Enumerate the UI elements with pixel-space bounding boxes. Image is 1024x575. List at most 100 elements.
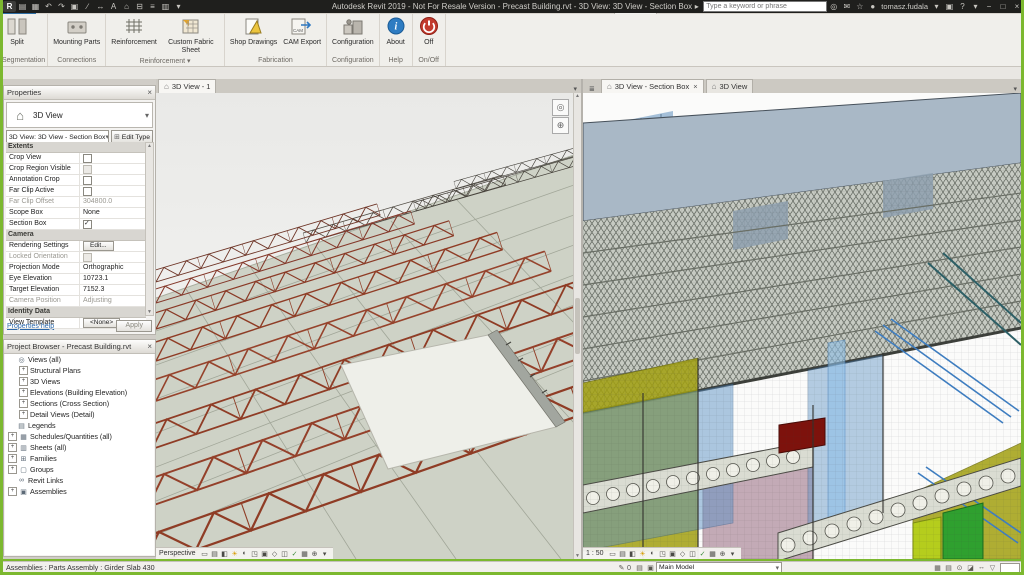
rendering-settings-edit-button[interactable]: Edit... — [83, 241, 114, 251]
worksets-icon[interactable]: ▤ — [634, 564, 645, 572]
left-view-tab[interactable]: ⌂ 3D View - 1 — [158, 79, 216, 93]
scale-label[interactable]: 1 : 50 — [586, 550, 604, 557]
tree-item-sections[interactable]: +Sections (Cross Section) — [5, 398, 154, 409]
sun-path-icon[interactable]: ☀ — [230, 549, 240, 558]
customize-qat-icon[interactable]: ▾ — [172, 1, 185, 12]
right-view-tab-section-box[interactable]: ⌂ 3D View - Section Box × — [601, 79, 704, 93]
temporary-hide-isolate-icon[interactable]: ◇ — [678, 549, 688, 558]
redo-icon[interactable]: ↷ — [55, 1, 68, 12]
aligned-dimension-icon[interactable]: ↔ — [94, 1, 107, 12]
user-interface-icon[interactable]: ▥ — [159, 1, 172, 12]
editing-requests-icon[interactable]: ✎ — [616, 564, 627, 572]
property-row-rendering-settings[interactable]: Rendering SettingsEdit... — [6, 241, 146, 252]
reinforcement-group-label[interactable]: Reinforcement ▾ — [108, 56, 222, 67]
properties-help-link[interactable]: Properties help — [7, 323, 54, 330]
viewport-splitter[interactable] — [581, 79, 583, 559]
tree-item-elevations[interactable]: +Elevations (Building Elevation) — [5, 387, 154, 398]
temporary-hide-isolate-icon[interactable]: ◇ — [270, 549, 280, 558]
crop-region-icon[interactable]: ▣ — [260, 549, 270, 558]
property-group-extents[interactable]: Extents — [6, 142, 146, 153]
scale-icon[interactable]: ▭ — [608, 549, 618, 558]
scope-box-value[interactable]: None — [83, 208, 100, 218]
left-3d-canvas[interactable]: ◎ ⊕ ▲▼ Perspective ▭ ▤ ◧ ☀ ◐ ◳ ▣ ◇ ◫ ✓ ▦… — [156, 93, 581, 559]
off-button[interactable]: Off — [415, 15, 443, 48]
configuration-button[interactable]: Configuration — [329, 15, 377, 48]
communication-center-icon[interactable]: ✉ — [840, 1, 853, 12]
tree-item-structural-plans[interactable]: +Structural Plans — [5, 365, 154, 376]
restore-button[interactable]: □ — [996, 1, 1010, 12]
infocenter-collapse-icon[interactable]: ▸ — [690, 1, 703, 12]
revit-logo-icon[interactable]: R — [3, 1, 16, 12]
cam-export-button[interactable]: CAM CAM Export — [280, 15, 324, 48]
split-button[interactable]: Split — [2, 15, 32, 48]
detail-level-icon[interactable]: ▤ — [210, 549, 220, 558]
expand-icon[interactable]: + — [8, 443, 17, 452]
property-row-target-elevation[interactable]: Target Elevation7152.3 — [6, 285, 146, 296]
help-icon[interactable]: ? — [956, 1, 969, 12]
thin-lines-icon[interactable]: ≡ — [146, 1, 159, 12]
apply-button[interactable]: Apply — [116, 320, 152, 332]
help-menu-caret-icon[interactable]: ▾ — [969, 1, 982, 12]
sun-path-icon[interactable]: ☀ — [638, 549, 648, 558]
type-selector[interactable]: ⌂ 3D View ▾ — [6, 102, 153, 128]
about-button[interactable]: i About — [382, 15, 410, 48]
view-bar-more-icon[interactable]: ▾ — [320, 549, 330, 558]
select-underlay-icon[interactable]: ▤ — [943, 564, 954, 572]
user-menu-caret-icon[interactable]: ▾ — [930, 1, 943, 12]
project-browser-close-icon[interactable]: × — [147, 342, 152, 351]
shadows-icon[interactable]: ◐ — [240, 549, 250, 558]
section-box-checkbox[interactable] — [83, 220, 92, 229]
shop-drawings-button[interactable]: Shop Drawings — [227, 15, 280, 48]
expand-icon[interactable]: + — [8, 432, 17, 441]
zoom-tool-button[interactable]: ⊕ — [552, 117, 569, 134]
property-row-far-clip-active[interactable]: Far Clip Active — [6, 186, 146, 197]
perspective-label[interactable]: Perspective — [159, 550, 196, 557]
tree-item-detail-views[interactable]: +Detail Views (Detail) — [5, 409, 154, 420]
property-group-camera[interactable]: Camera — [6, 230, 146, 241]
expand-icon[interactable]: + — [19, 366, 28, 375]
print-icon[interactable]: ▣ — [68, 1, 81, 12]
reinforcement-button[interactable]: Reinforcement — [108, 15, 160, 48]
properties-scrollbar[interactable]: ▲▼ — [145, 142, 154, 316]
default-3d-view-icon[interactable]: ⌂ — [120, 1, 133, 12]
navigation-wheel-button[interactable]: ◎ — [552, 99, 569, 116]
worksharing-display-icon[interactable]: ✓ — [290, 549, 300, 558]
visual-style-icon[interactable]: ◧ — [628, 549, 638, 558]
property-row-far-clip-offset[interactable]: Far Clip Offset304800.0 — [6, 197, 146, 208]
expand-icon[interactable]: + — [19, 410, 28, 419]
minimize-button[interactable]: − — [982, 1, 996, 12]
worksharing-display-icon[interactable]: ✓ — [698, 549, 708, 558]
right-view-tab-3d-view[interactable]: ⌂ 3D View — [706, 79, 754, 93]
type-selector-caret-icon[interactable]: ▾ — [145, 111, 149, 120]
eye-elevation-value[interactable]: 10723.1 — [83, 274, 108, 284]
tree-item-groups[interactable]: +▢Groups — [5, 464, 154, 475]
scale-icon[interactable]: ▭ — [200, 549, 210, 558]
reveal-hidden-icon[interactable]: ◫ — [688, 549, 698, 558]
property-row-crop-region-visible[interactable]: Crop Region Visible — [6, 164, 146, 175]
properties-header[interactable]: Properties × — [4, 86, 155, 100]
reveal-hidden-icon[interactable]: ◫ — [280, 549, 290, 558]
expand-icon[interactable]: + — [19, 377, 28, 386]
property-row-crop-view[interactable]: Crop View — [6, 153, 146, 164]
temporary-view-properties-icon[interactable]: ▦ — [708, 549, 718, 558]
section-icon[interactable]: ⊟ — [133, 1, 146, 12]
tree-item-families[interactable]: +⊞Families — [5, 453, 154, 464]
select-by-face-icon[interactable]: ◪ — [965, 564, 976, 572]
project-browser-header[interactable]: Project Browser - Precast Building.rvt × — [4, 340, 155, 354]
annotation-crop-checkbox[interactable] — [83, 176, 92, 185]
far-clip-active-checkbox[interactable] — [83, 187, 92, 196]
crop-view-icon[interactable]: ◳ — [658, 549, 668, 558]
app-store-icon[interactable]: ▣ — [943, 1, 956, 12]
expand-icon[interactable]: + — [19, 388, 28, 397]
save-icon[interactable]: ▦ — [29, 1, 42, 12]
drag-on-selection-icon[interactable]: ↔ — [976, 564, 987, 571]
right-view-list-caret-icon[interactable]: ▾ — [1009, 85, 1021, 93]
signed-in-user[interactable]: tomasz.fudala — [881, 2, 928, 11]
tree-item-legends[interactable]: ▤Legends — [5, 420, 154, 431]
property-row-eye-elevation[interactable]: Eye Elevation10723.1 — [6, 274, 146, 285]
crop-view-checkbox[interactable] — [83, 154, 92, 163]
left-view-list-caret-icon[interactable]: ▾ — [569, 85, 581, 93]
favorites-icon[interactable]: ☆ — [853, 1, 866, 12]
property-row-annotation-crop[interactable]: Annotation Crop — [6, 175, 146, 186]
property-row-locked-orientation[interactable]: Locked Orientation — [6, 252, 146, 263]
